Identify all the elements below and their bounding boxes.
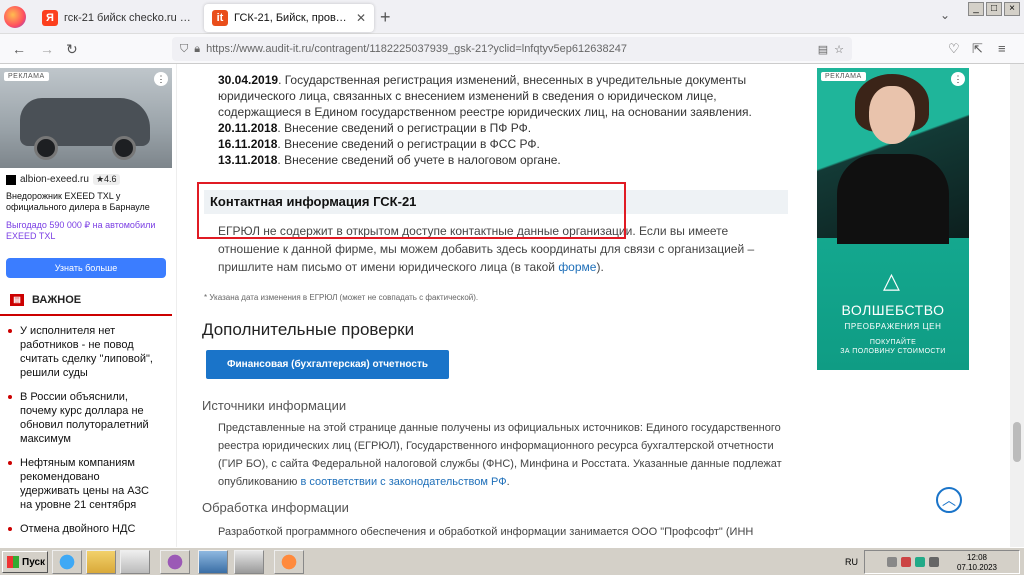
back-icon[interactable]: ← [12, 41, 26, 57]
media-player-icon[interactable] [120, 550, 150, 574]
tab-title: гск-21 бийск checko.ru — Яндекс [64, 12, 196, 24]
face-shape [869, 86, 915, 144]
wheel-shape [34, 136, 58, 160]
ad-domain[interactable]: albion-exeed.ru [20, 174, 89, 185]
lock-icon[interactable]: 🔒︎ [194, 43, 200, 56]
navigation-bar: ← → ↻ ⛉ 🔒︎ https://www.audit-it.ru/contr… [0, 34, 1024, 64]
car-image[interactable] [0, 68, 172, 168]
event-item: 30.04.2019. Государственная регистрация … [218, 73, 752, 119]
left-advertisement[interactable]: РЕКЛАМА ⋮ albion-exeed.ru ★4.6 Внедорожн… [0, 68, 172, 278]
extensions-icon[interactable]: ⇱ [972, 41, 983, 57]
maximize-icon[interactable]: □ [986, 2, 1002, 16]
menu-icon[interactable]: ≡ [998, 41, 1006, 56]
app-icon[interactable] [160, 550, 190, 574]
tab-bar: Я гск-21 бийск checko.ru — Яндекс it ГСК… [0, 0, 1024, 34]
firefox-taskbar-icon[interactable] [274, 550, 304, 574]
ad-promo[interactable]: Выгодадо 590 000 ₽ на автомобили EXEED T… [6, 220, 166, 242]
financial-report-button[interactable]: Финансовая (бухгалтерская) отчетность [206, 350, 449, 379]
event-item: 20.11.2018. Внесение сведений о регистра… [218, 121, 532, 135]
body-shape [837, 154, 949, 244]
important-news: ▤ ВАЖНОЕ У исполнителя нет работников - … [0, 286, 172, 547]
right-advertisement[interactable]: РЕКЛАМА ⋮ △ ВОЛШЕБСТВО ПРЕОБРАЖЕНИЯ ЦЕН … [817, 68, 969, 370]
window-controls: _ □ × [968, 2, 1020, 16]
close-tab-icon[interactable]: ✕ [356, 11, 366, 25]
event-item: 16.11.2018. Внесение сведений о регистра… [218, 137, 540, 151]
ad-menu-icon[interactable]: ⋮ [154, 72, 168, 86]
tray-icon[interactable] [901, 557, 911, 567]
contact-text: ЕГРЮЛ не содержит в открытом доступе кон… [218, 224, 755, 274]
close-window-icon[interactable]: × [1004, 2, 1020, 16]
tab-title: ГСК-21, Бийск, проверка по ИНН [234, 12, 350, 24]
news-item[interactable]: В России объяснили, почему курс доллара … [8, 390, 158, 446]
scrollbar[interactable] [1010, 64, 1024, 547]
clock[interactable]: 12:08 07.10.2023 [957, 553, 997, 573]
important-header: ▤ ВАЖНОЕ [0, 286, 172, 316]
address-bar[interactable]: ⛉ 🔒︎ https://www.audit-it.ru/contragent/… [172, 37, 852, 61]
ad-badge: РЕКЛАМА [821, 72, 866, 81]
minimize-icon[interactable]: _ [968, 2, 984, 16]
ad-caption: ПОКУПАЙТЕ ЗА ПОЛОВИНУ СТОИМОСТИ [840, 339, 946, 355]
ad-subtitle: ПРЕОБРАЖЕНИЯ ЦЕН [844, 322, 942, 331]
bookmark-star-icon[interactable]: ☆ [834, 43, 844, 56]
scroll-to-top-button[interactable]: ︿ [936, 487, 962, 513]
news-list: У исполнителя нет работников - не повод … [0, 316, 172, 536]
language-indicator[interactable]: RU [845, 557, 858, 567]
brand-logo-icon [6, 174, 16, 185]
reader-view-icon[interactable]: ▤ [818, 43, 828, 56]
sources-text: Представленные на этой странице данные п… [218, 422, 782, 488]
audit-it-favicon-icon: it [212, 10, 228, 26]
page-content: РЕКЛАМА ⋮ albion-exeed.ru ★4.6 Внедорожн… [0, 64, 1024, 547]
ad-description[interactable]: Внедорожник EXEED TXL у официального дил… [6, 191, 166, 213]
start-button[interactable]: Пуск [2, 551, 48, 573]
tray-icon[interactable] [915, 557, 925, 567]
scrollbar-thumb[interactable] [1013, 422, 1021, 462]
url-text[interactable]: https://www.audit-it.ru/contragent/11822… [206, 43, 812, 55]
sources-title: Источники информации [202, 398, 347, 413]
additional-checks-title: Дополнительные проверки [202, 320, 415, 339]
ad-brand-row: albion-exeed.ru ★4.6 [6, 174, 120, 185]
tray-icon[interactable] [887, 557, 897, 567]
yandex-favicon-icon: Я [42, 10, 58, 26]
tab-audit-it[interactable]: it ГСК-21, Бийск, проверка по ИНН ✕ [204, 4, 374, 32]
paint-icon[interactable] [234, 550, 264, 574]
legislation-link[interactable]: в соответствии с законодательством РФ [300, 476, 506, 488]
wheel-shape [112, 136, 136, 160]
windows-logo-icon [7, 556, 19, 568]
column-divider [176, 64, 177, 547]
reload-icon[interactable]: ↻ [66, 41, 78, 58]
display-icon[interactable] [198, 550, 228, 574]
firefox-menu-icon[interactable] [4, 6, 26, 28]
brand-mark-icon: △ [883, 268, 900, 293]
date-note: * Указана дата изменения в ЕГРЮЛ (может … [204, 293, 479, 302]
model-photo [817, 68, 969, 244]
tab-yandex[interactable]: Я гск-21 бийск checko.ru — Яндекс [34, 4, 204, 32]
ad-learn-more-button[interactable]: Узнать больше [6, 258, 166, 278]
important-title: ВАЖНОЕ [32, 294, 82, 306]
internet-explorer-icon[interactable] [52, 550, 82, 574]
form-link[interactable]: форме [558, 260, 596, 274]
volume-icon[interactable] [929, 557, 939, 567]
folder-icon[interactable] [86, 550, 116, 574]
shield-icon[interactable]: ⛉ [180, 43, 188, 56]
ad-title: ВОЛШЕБСТВО [841, 302, 945, 318]
news-item[interactable]: Нефтяным компаниям рекомендовано удержив… [8, 456, 158, 512]
event-item: 13.11.2018. Внесение сведений об учете в… [218, 153, 561, 167]
ad-rating: ★4.6 [92, 174, 120, 185]
news-icon: ▤ [10, 294, 24, 306]
news-item[interactable]: Отмена двойного НДС [8, 522, 158, 536]
system-tray: RU 12:08 07.10.2023 [845, 550, 1020, 574]
ad-menu-icon[interactable]: ⋮ [951, 72, 965, 86]
forward-icon[interactable]: → [40, 41, 54, 57]
new-tab-button[interactable]: + [380, 7, 391, 28]
events-list: 30.04.2019. Государственная регистрация … [218, 72, 788, 168]
contact-header: Контактная информация ГСК-21 [204, 190, 788, 214]
list-tabs-icon[interactable]: ⌄ [940, 8, 950, 22]
ad-badge: РЕКЛАМА [4, 72, 49, 81]
processing-text: Разработкой программного обеспечения и о… [218, 526, 754, 538]
processing-title: Обработка информации [202, 500, 349, 515]
taskbar: Пуск RU 12:08 07.10.2023 [0, 547, 1024, 575]
pocket-icon[interactable]: ♡ [948, 41, 960, 57]
news-item[interactable]: У исполнителя нет работников - не повод … [8, 324, 158, 380]
